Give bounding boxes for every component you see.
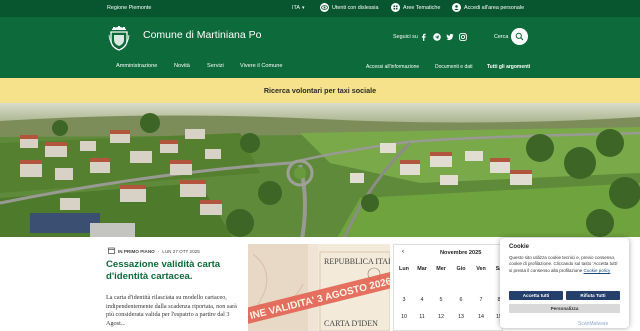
calendar-day[interactable]: 3: [395, 297, 413, 303]
calendar-day[interactable]: 7: [472, 297, 490, 303]
site-title[interactable]: Comune di Martiniana Po: [143, 29, 261, 41]
watermark: ScanMalware: [578, 321, 609, 327]
calendar-header: ‹ Novembre 2025: [394, 245, 502, 260]
article-excerpt: La carta d'identità rilasciata su modell…: [106, 294, 237, 327]
article-date: LUN 27 OTT 2025: [162, 248, 200, 254]
municipal-crest-logo[interactable]: [108, 25, 130, 51]
article-image[interactable]: REPUBBLICA ITALIANA CARTA D'IDEN INE VAL…: [248, 244, 390, 331]
eye-icon: [320, 3, 329, 12]
follow-label: Seguici su: [393, 34, 418, 40]
region-link[interactable]: Regione Piemonte: [107, 5, 151, 11]
weekday-label: Gio: [456, 266, 466, 272]
search-label: Cerca: [494, 34, 509, 40]
weekday-label: Mer: [436, 266, 446, 272]
dyslexia-link[interactable]: Utenti con dislessia: [320, 3, 378, 12]
calendar-day[interactable]: 14: [472, 314, 490, 320]
calendar-day[interactable]: 11: [413, 314, 431, 320]
article-meta: IN PRIMO PIANO - LUN 27 OTT 2025: [108, 247, 200, 255]
instagram-icon[interactable]: [458, 32, 467, 41]
reject-all-button[interactable]: Rifiuta Tutti: [566, 291, 620, 300]
calendar-day[interactable]: 13: [452, 314, 470, 320]
nav-item-accessi-informazione[interactable]: Accessi all'informazione: [366, 64, 419, 70]
weekday-label: Ven: [476, 266, 486, 272]
cookie-consent-dialog: Cookie Questo sito utilizza cookie tecni…: [500, 238, 629, 328]
calendar-day[interactable]: 10: [395, 314, 413, 320]
events-calendar: ‹ Novembre 2025 Lun Mar Mer Gio Ven Sa 3…: [393, 244, 503, 331]
search-button[interactable]: [511, 28, 528, 45]
twitter-icon[interactable]: [445, 32, 454, 41]
site-header: Comune di Martiniana Po Seguici su Cerca…: [0, 17, 640, 78]
telegram-icon[interactable]: [432, 32, 441, 41]
calendar-day[interactable]: 4: [413, 297, 431, 303]
top-utility-bar: Regione Piemonte ITA ▾ Utenti con disless…: [0, 0, 640, 17]
nav-item-servizi[interactable]: Servizi: [207, 63, 224, 69]
page: Regione Piemonte ITA ▾ Utenti con disless…: [0, 0, 640, 331]
calendar-day[interactable]: 5: [432, 297, 450, 303]
cookie-policy-link[interactable]: Cookie policy: [584, 268, 611, 273]
weekday-label: Lun: [399, 266, 409, 272]
calendar-day[interactable]: 12: [432, 314, 450, 320]
personal-area-link[interactable]: Accedi all'area personale: [452, 3, 524, 12]
card-header-text: REPUBBLICA ITALIANA: [324, 257, 390, 266]
grid-icon: [391, 3, 400, 12]
thematic-areas-link[interactable]: Aree Tematiche: [391, 3, 440, 12]
language-label: ITA: [292, 5, 300, 11]
thematic-areas-label: Aree Tematiche: [403, 4, 441, 11]
search-icon: [515, 32, 524, 41]
nav-item-novita[interactable]: Novità: [174, 63, 190, 69]
weekday-label: Mar: [417, 266, 427, 272]
user-icon: [452, 3, 461, 12]
article-category[interactable]: IN PRIMO PIANO: [118, 249, 155, 254]
calendar-month: Novembre 2025: [440, 250, 482, 256]
calendar-day[interactable]: 6: [452, 297, 470, 303]
separator: -: [157, 248, 160, 254]
chevron-left-icon[interactable]: ‹: [402, 249, 404, 255]
cookie-text: Questo sito utilizza cookie tecnici e, p…: [509, 255, 621, 274]
nav-item-amministrazione[interactable]: Amministrazione: [116, 63, 157, 69]
chevron-down-icon: ▾: [302, 5, 305, 11]
dyslexia-label: Utenti con dislessia: [332, 4, 379, 11]
nav-item-documenti-e-dati[interactable]: Documenti e dati: [435, 64, 473, 70]
nav-item-vivere-il-comune[interactable]: Vivere il Comune: [240, 63, 283, 69]
announcement-banner[interactable]: Ricerca volontari per taxi sociale: [0, 78, 640, 103]
facebook-icon[interactable]: [419, 32, 428, 41]
nav-item-tutti-gli-argomenti[interactable]: Tutti gli argomenti: [487, 64, 530, 70]
language-selector[interactable]: ITA ▾: [292, 5, 305, 11]
calendar-icon: [108, 247, 115, 255]
customize-button[interactable]: Personalizza: [509, 304, 620, 313]
article-title[interactable]: Cessazione validità carta d'identità car…: [106, 259, 244, 282]
personal-area-label: Accedi all'area personale: [464, 4, 525, 11]
accept-all-button[interactable]: Accetta tutti: [509, 291, 563, 300]
featured-article-card[interactable]: IN PRIMO PIANO - LUN 27 OTT 2025 Cessazi…: [100, 237, 246, 331]
hero-aerial-photo: [0, 103, 640, 250]
cookie-title: Cookie: [509, 244, 530, 250]
card-label-text: CARTA D'IDEN: [324, 319, 378, 328]
